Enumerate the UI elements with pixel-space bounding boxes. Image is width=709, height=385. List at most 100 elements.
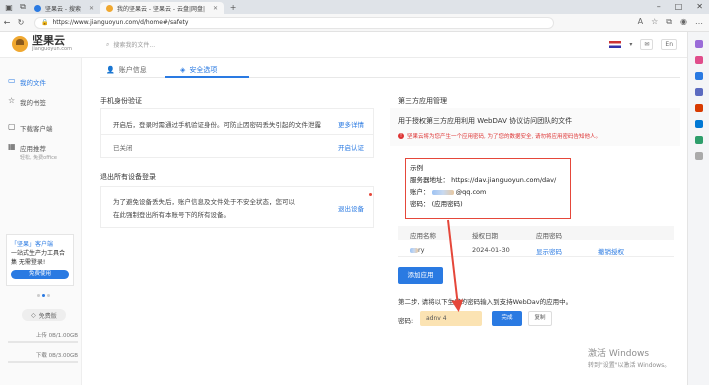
account-row: 账户： @qq.com <box>410 186 566 198</box>
language-flag-icon[interactable] <box>609 41 622 48</box>
server-address: https://dav.jianguoyun.com/dav/ <box>451 176 557 184</box>
window-controls: – □ ✕ <box>657 2 703 11</box>
browser-tab-jianguoyun[interactable]: 我的坚果云 - 坚果云 - 云盘|网盘| ✕ <box>100 2 225 14</box>
sidebar-item-download-client[interactable]: ▢ 下载客户端 <box>0 118 81 138</box>
logout-description: 在此强制登出所有本账号下的所有设备。 <box>113 211 230 219</box>
phone-verify-title: 手机身份验证 <box>100 97 142 105</box>
windows-activation-watermark: 激活 Windows 转到"设置"以激活 Windows。 <box>588 346 670 369</box>
settings-tabs: 👤 账户信息 ◈ 安全选项 <box>100 62 680 78</box>
nut-logo-icon <box>12 36 28 52</box>
client-promo-card: 「坚果」客户端 一站式生产力工具合 集 无需登录! 免费使用 <box>6 234 74 286</box>
back-icon[interactable]: ← <box>0 18 14 27</box>
password-value: (应用密码) <box>431 200 463 208</box>
copy-button[interactable]: 复制 <box>528 311 552 326</box>
add-side-icon[interactable] <box>694 152 703 160</box>
games-side-icon[interactable] <box>694 88 703 96</box>
column-header: 应用密码 <box>536 232 562 240</box>
free-plan-label: 免费版 <box>38 312 57 320</box>
phone-verify-card: 开启后，登录时需通过手机验证身份。可防止因密码丢失引起的文件泄露 更多详情 已关… <box>100 108 374 158</box>
upload-quota: 上传 0B/1.00GB <box>35 333 78 339</box>
sidebar-item-apps[interactable]: ▦ 应用推荐 轻松, 免费office <box>0 138 81 166</box>
logo-subtitle: jianguoyun.com <box>32 46 72 52</box>
enable-verify-link[interactable]: 开启认证 <box>338 142 364 152</box>
logout-devices-link[interactable]: 退出设备 <box>338 203 364 213</box>
sidebar-item-bookmarks[interactable]: ☆ 我的书签 <box>0 92 81 112</box>
maximize-icon[interactable]: □ <box>675 2 683 11</box>
browser-tab-search[interactable]: 坚果云 - 搜索 ✕ <box>28 2 100 14</box>
apps-table: 应用名称 授权日期 应用密码 ry 2024-01-30 显示密码 撤销授权 <box>398 226 674 257</box>
apps-icon: ▦ <box>8 142 16 151</box>
header-actions: ▾ ✉ En <box>609 39 677 50</box>
sidebar-item-my-files[interactable]: ▭ 我的文件 <box>0 72 81 92</box>
auth-date: 2024-01-30 <box>472 246 510 254</box>
star-icon: ☆ <box>8 96 16 105</box>
browser-menu-icon[interactable]: ▣ <box>4 2 14 12</box>
more-details-link[interactable]: 更多详情 <box>338 119 364 129</box>
drop-side-icon[interactable] <box>694 136 703 144</box>
close-icon[interactable]: ✕ <box>89 5 94 12</box>
tools-side-icon[interactable] <box>694 72 703 80</box>
shield-icon: ◈ <box>180 66 186 74</box>
logout-devices-title: 退出所有设备登录 <box>100 173 156 181</box>
tab-account-info[interactable]: 👤 账户信息 <box>106 65 147 75</box>
warning-icon: ! <box>398 133 404 139</box>
app-header: 坚果云 jianguoyun.com ⌕ 搜索我的文件... ▾ ✉ En <box>0 32 687 58</box>
close-window-icon[interactable]: ✕ <box>696 2 703 11</box>
close-icon[interactable]: ✕ <box>213 5 218 12</box>
profile-icon[interactable]: ◉ <box>680 17 687 27</box>
tab-actions-icon[interactable]: ⧉ <box>18 2 28 12</box>
read-aloud-icon[interactable]: A <box>638 17 643 27</box>
user-icon: 👤 <box>106 66 115 74</box>
carousel-dot[interactable] <box>37 294 40 297</box>
shopping-side-icon[interactable] <box>694 56 703 64</box>
carousel-dots[interactable] <box>37 294 50 297</box>
outlook-side-icon[interactable] <box>694 120 703 128</box>
office-side-icon[interactable] <box>694 104 703 112</box>
url-text: https://www.jianguoyun.com/d/home#/safet… <box>52 19 189 26</box>
free-plan-badge[interactable]: ◇ 免费版 <box>22 309 66 321</box>
tab-title: 坚果云 - 搜索 <box>45 5 81 13</box>
active-tab-indicator <box>165 76 249 78</box>
new-tab-icon[interactable]: + <box>228 2 238 12</box>
logout-description: 为了避免设备丢失后，账户信息及文件处于不安全状态，您可以 <box>113 198 295 206</box>
browser-side-panel <box>687 32 709 385</box>
carousel-dot[interactable] <box>42 294 45 297</box>
favorites-icon[interactable]: ☆ <box>651 17 658 27</box>
show-password-link[interactable]: 显示密码 <box>536 246 562 256</box>
done-button[interactable]: 完成 <box>492 311 522 326</box>
search-placeholder: 搜索我的文件... <box>113 42 156 49</box>
tab-label: 安全选项 <box>189 66 218 74</box>
search-side-icon[interactable] <box>694 40 703 48</box>
language-switch[interactable]: En <box>661 39 677 50</box>
refresh-icon[interactable]: ↻ <box>14 18 28 27</box>
logo-text: 坚果云 <box>32 34 65 47</box>
redacted-account <box>431 189 454 195</box>
generated-password-field[interactable]: adnv 4 <box>420 311 482 326</box>
search-input[interactable]: ⌕ 搜索我的文件... <box>106 38 246 51</box>
free-use-button[interactable]: 免费使用 <box>11 270 69 279</box>
search-tab-favicon <box>34 4 41 12</box>
password-row: 密码： (应用密码) <box>410 198 566 210</box>
add-app-button[interactable]: 添加应用 <box>398 267 443 284</box>
address-bar-row: ← ↻ 🔒 https://www.jianguoyun.com/d/home#… <box>0 14 709 32</box>
logo[interactable]: 坚果云 jianguoyun.com <box>12 34 72 52</box>
warning-text: 坚果云将为您产生一个应用密码, 为了您的数据安全, 请勿将应用密码告知他人。 <box>407 134 601 140</box>
watermark-subtitle: 转到"设置"以激活 Windows。 <box>588 362 671 369</box>
carousel-dot[interactable] <box>47 294 50 297</box>
browser-tab-bar: ▣ ⧉ 坚果云 - 搜索 ✕ 我的坚果云 - 坚果云 - 云盘|网盘| ✕ + … <box>0 0 709 14</box>
notification-icon[interactable]: ✉ <box>640 39 654 50</box>
tab-security[interactable]: ◈ 安全选项 <box>180 65 217 75</box>
phone-verify-status: 已关闭 <box>113 144 133 152</box>
more-icon[interactable]: … <box>695 17 703 27</box>
logout-devices-card: 为了避免设备丢失后，账户信息及文件处于不安全状态，您可以 在此强制登出所有本账号… <box>100 186 374 228</box>
table-row: ry 2024-01-30 显示密码 撤销授权 <box>398 240 674 257</box>
url-field[interactable]: 🔒 https://www.jianguoyun.com/d/home#/saf… <box>34 16 554 29</box>
user-menu-icon[interactable]: ▾ <box>629 41 632 48</box>
minimize-icon[interactable]: – <box>657 2 661 11</box>
collections-icon[interactable]: ⧉ <box>666 17 672 27</box>
account-value: @qq.com <box>455 188 487 196</box>
sidebar: ▭ 我的文件 ☆ 我的书签 ▢ 下载客户端 ▦ 应用推荐 轻松, 免费offic… <box>0 58 82 385</box>
sidebar-item-label: 应用推荐 <box>20 145 46 153</box>
download-quota: 下载 0B/3.00GB <box>35 353 78 359</box>
revoke-auth-link[interactable]: 撤销授权 <box>598 246 624 256</box>
